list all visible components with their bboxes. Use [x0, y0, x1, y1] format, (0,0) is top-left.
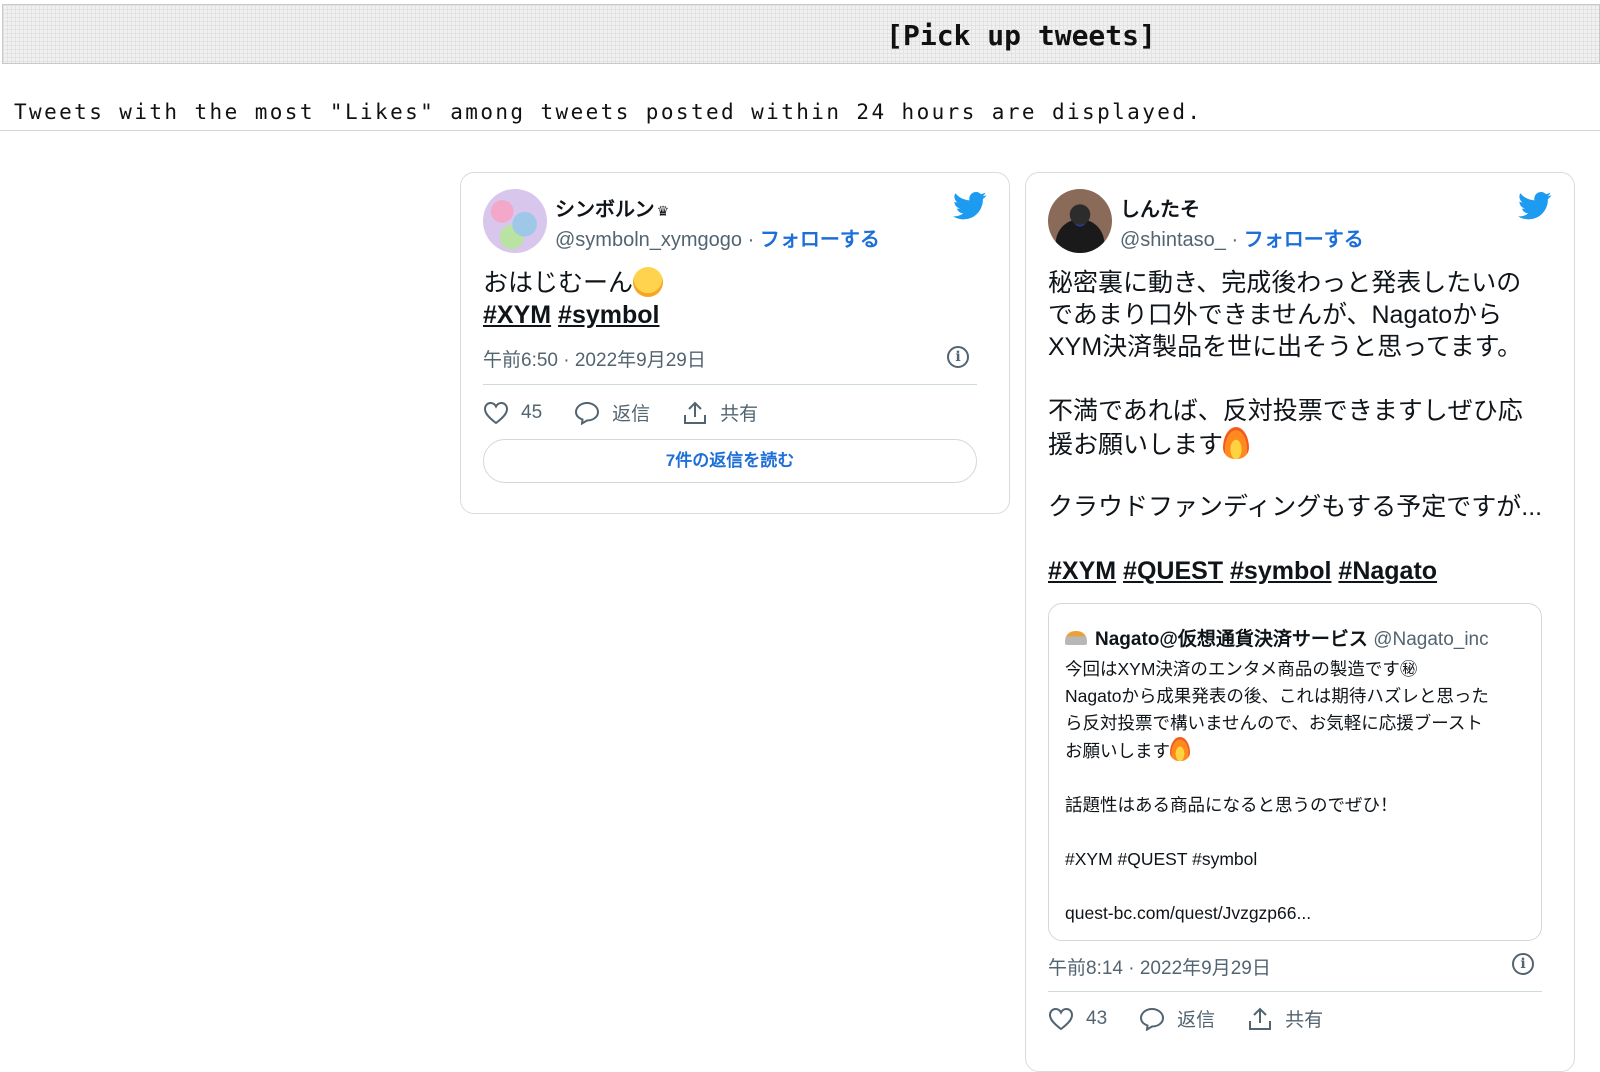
handle-row: @symboln_xymgogo · フォローする [555, 223, 880, 252]
divider [483, 384, 977, 385]
tweet-card: しんたそ @shintaso_ · フォローする 秘密裏に動き、完成後わっと発表… [1025, 172, 1575, 1072]
hashtag-link[interactable]: #Nagato [1338, 557, 1437, 585]
read-replies-button[interactable]: 7件の返信を読む [483, 439, 977, 483]
divider [1048, 991, 1542, 992]
hashtag-link[interactable]: #XYM [1048, 557, 1116, 585]
quoted-handle: @Nagato_inc [1373, 629, 1489, 650]
hashtag-link[interactable]: #symbol [1230, 557, 1331, 585]
header-banner: [Pick up tweets] [2, 4, 1600, 64]
tweet-text-line: 秘密裏に動き、完成後わっと発表したいの [1048, 269, 1522, 297]
twitter-bird-icon[interactable] [1518, 191, 1552, 221]
heart-icon [483, 401, 509, 424]
hashtag-link[interactable]: #QUEST [1123, 557, 1223, 585]
tweet-text-line: であまり口外できませんが、Nagatoから [1048, 301, 1503, 329]
tweet-text-line: 不満であれば、反対投票できますしぜひ応 [1048, 397, 1523, 425]
quoted-text-line: お願いします [1065, 741, 1170, 761]
follow-link[interactable]: フォローする [760, 229, 880, 251]
separator-dot: · [1231, 229, 1239, 251]
share-button[interactable]: 共有 [1247, 1005, 1323, 1032]
display-name-text: シンボルン [555, 199, 655, 221]
tweet-text-line: XYM決済製品を世に出そうと思ってます。 [1048, 333, 1523, 361]
tweet-text-line: おはじむーん [483, 269, 634, 297]
tweet-card: シンボルン ♛ @symboln_xymgogo · フォローする おはじむーん … [460, 172, 1010, 514]
tweet-text-line: 援お願いします [1048, 431, 1224, 459]
display-name[interactable]: しんたそ [1120, 193, 1200, 222]
hashtag-link[interactable]: #symbol [558, 301, 659, 329]
like-count: 43 [1086, 1007, 1108, 1029]
info-icon[interactable]: i [1512, 953, 1534, 975]
quoted-tweet-text: 今回はXYM決済のエンタメ商品の製造です㊙ Nagatoから成果発表の後、これは… [1065, 656, 1531, 927]
user-handle[interactable]: @symboln_xymgogo [555, 229, 742, 251]
tweet-text: おはじむーん #XYM #symbol [483, 267, 664, 331]
reply-label: 返信 [1177, 1010, 1216, 1031]
quoted-tweet[interactable]: Nagato@仮想通貨決済サービス @Nagato_inc 今回はXYM決済のエ… [1048, 603, 1542, 941]
reply-label: 返信 [612, 404, 651, 425]
quoted-text-line: 話題性はある商品になると思うのでぜひ！ [1065, 795, 1398, 815]
header-divider [0, 130, 1600, 131]
follow-link[interactable]: フォローする [1244, 229, 1364, 251]
reply-button[interactable]: 返信 [1139, 1005, 1215, 1032]
reply-button[interactable]: 返信 [574, 399, 650, 426]
fire-emoji-icon [1223, 427, 1250, 459]
tweet-actions: 43 返信 共有 [1048, 1005, 1355, 1032]
separator-dot: · [747, 229, 755, 251]
tweet-timestamp[interactable]: 午前8:14 · 2022年9月29日 [1048, 953, 1271, 980]
info-icon[interactable]: i [947, 346, 969, 368]
share-button[interactable]: 共有 [682, 399, 758, 426]
tweet-text-line: クラウドファンディングもする予定ですが... [1048, 493, 1543, 521]
speech-bubble-icon [575, 401, 600, 425]
share-label: 共有 [720, 404, 759, 425]
quoted-text-line: ら反対投票で構いませんので、お気軽に応援ブースト [1065, 713, 1483, 733]
crown-icon: ♛ [656, 203, 670, 219]
tweet-actions: 45 返信 共有 [483, 399, 790, 426]
hashtag-link[interactable]: #XYM [483, 301, 551, 329]
share-label: 共有 [1285, 1010, 1324, 1031]
like-button[interactable]: 45 [483, 401, 542, 425]
share-upload-icon [1249, 1007, 1272, 1030]
user-handle[interactable]: @shintaso_ [1120, 229, 1226, 251]
like-button[interactable]: 43 [1048, 1007, 1107, 1031]
like-count: 45 [521, 401, 543, 423]
quoted-text-line: Nagatoから成果発表の後、これは期待ハズレと思った [1065, 686, 1489, 706]
display-name[interactable]: シンボルン ♛ [555, 193, 669, 222]
page-title: [Pick up tweets] [886, 19, 1156, 52]
quoted-text-line: 今回はXYM決済のエンタメ商品の製造です㊙ [1065, 659, 1418, 679]
page-subtitle: Tweets with the most "Likes" among tweet… [14, 100, 1203, 124]
twitter-bird-icon[interactable] [953, 191, 987, 221]
quoted-hashtags: #XYM #QUEST #symbol [1065, 849, 1258, 869]
quoted-tweet-header: Nagato@仮想通貨決済サービス @Nagato_inc [1065, 624, 1489, 651]
handle-row: @shintaso_ · フォローする [1120, 223, 1364, 252]
avatar[interactable] [483, 189, 547, 253]
heart-icon [1048, 1007, 1074, 1030]
share-upload-icon [684, 401, 707, 424]
nagato-logo-icon [1065, 631, 1087, 645]
tweet-timestamp[interactable]: 午前6:50 · 2022年9月29日 [483, 345, 706, 372]
tweet-text: 秘密裏に動き、完成後わっと発表したいの であまり口外できませんが、Nagatoか… [1048, 267, 1558, 587]
quoted-link: quest-bc.com/quest/Jvzgzp66... [1065, 903, 1312, 923]
quoted-display-name: Nagato@仮想通貨決済サービス [1095, 629, 1368, 650]
fire-emoji-icon [1170, 737, 1190, 761]
smiling-face-emoji-icon [633, 267, 664, 297]
speech-bubble-icon [1140, 1007, 1165, 1031]
avatar[interactable] [1048, 189, 1112, 253]
